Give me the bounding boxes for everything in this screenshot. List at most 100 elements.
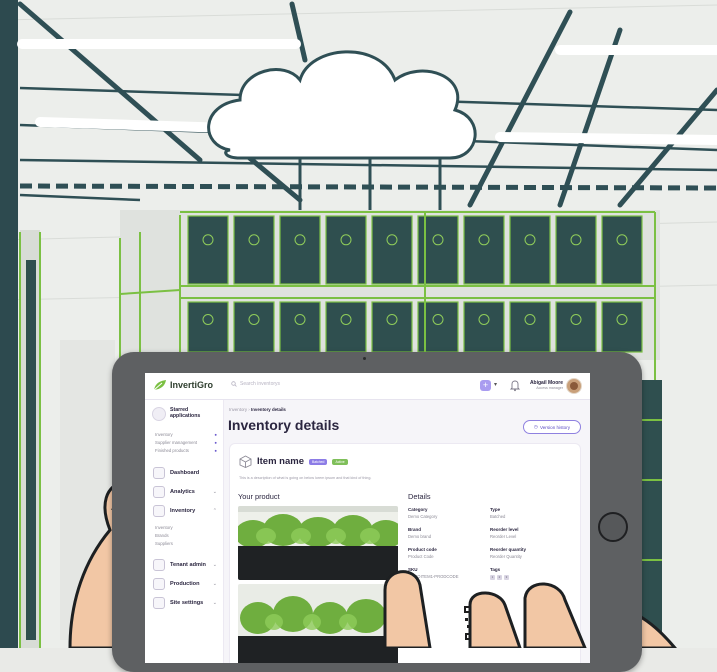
app-logo[interactable]: InvertiGro — [153, 379, 213, 391]
chevron-down-icon: ⌄ — [212, 580, 217, 587]
history-icon: ◷ — [533, 424, 538, 429]
sidebar-item-tenant-admin[interactable]: Tenant admin ⌄ — [153, 558, 217, 571]
grow-panel — [371, 215, 413, 285]
field-label: Reorder level — [490, 527, 519, 532]
user-info[interactable]: Abigail Moore Access manager — [529, 380, 563, 390]
version-history-button[interactable]: ◷ Version history — [523, 420, 581, 434]
tag-list: 1 2 3 — [490, 575, 509, 580]
sidebar-item-production[interactable]: Production ⌄ — [153, 577, 217, 590]
your-product-heading: Your product — [238, 492, 280, 501]
inventory-icon — [153, 504, 165, 517]
sidebar-item-label: Production — [170, 580, 200, 587]
sidebar-subitem-inventory-list[interactable]: Inventory — [155, 525, 217, 530]
tag-chip[interactable]: 1 — [490, 575, 495, 580]
sidebar-subitem-finished[interactable]: Finished products ● — [155, 448, 217, 453]
user-role: Access manager — [536, 386, 563, 390]
sidebar-subitem-label: Suppliers — [155, 541, 173, 546]
field-label: SKU — [408, 567, 418, 572]
field-label: Brand — [408, 527, 422, 532]
sidebar-subitem-label: Supplier management — [155, 440, 198, 445]
dashboard-icon — [153, 466, 165, 479]
status-badge: Active — [332, 458, 348, 465]
tablet-camera — [363, 357, 366, 360]
sidebar-item-label: Analytics — [170, 488, 195, 495]
product-photo — [238, 584, 398, 663]
chevron-down-icon: ⌄ — [212, 488, 217, 495]
search-icon — [231, 381, 237, 387]
grow-panel — [279, 215, 321, 285]
leaf-logo-icon — [153, 380, 166, 391]
sidebar-item-label: Site settings — [170, 599, 204, 606]
chevron-down-icon[interactable]: ▾ — [494, 381, 497, 388]
field-label: Tags — [490, 567, 501, 572]
sidebar-subitem-supplier[interactable]: Supplier management ● — [155, 440, 217, 445]
tag-chip[interactable]: 2 — [497, 575, 502, 580]
logo-text: InvertiGro — [170, 380, 214, 390]
sidebar-item-dashboard[interactable]: Dashboard — [153, 466, 217, 479]
item-description: This is a description of what is going o… — [239, 476, 372, 480]
field-label: Product code — [408, 547, 437, 552]
grow-panel — [187, 301, 229, 353]
chevron-down-icon: ⌄ — [212, 599, 217, 606]
field-value: Reorder Quantity — [490, 554, 522, 559]
grow-panel — [187, 215, 229, 285]
avatar[interactable] — [566, 378, 582, 394]
field-value: Reorder Level — [490, 534, 517, 539]
app-screen: InvertiGro Search inventorys + ▾ Abigail… — [145, 373, 590, 663]
sidebar-item-label: Starred applications — [170, 407, 201, 419]
add-button[interactable]: + — [480, 380, 491, 391]
sidebar-item-label: Tenant admin — [170, 561, 206, 568]
sidebar-subitem-brands[interactable]: Brands — [155, 533, 217, 538]
sidebar-item-label: Inventory — [170, 507, 196, 514]
grow-panel — [233, 215, 275, 285]
sidebar-item-inventory[interactable]: Inventory ⌃ — [153, 504, 217, 517]
page-title: Inventory details — [228, 417, 340, 433]
sidebar-subitem-label: Brands — [155, 533, 169, 538]
search-input[interactable]: Search inventorys — [231, 381, 280, 387]
dot-icon: ● — [214, 448, 217, 453]
chevron-up-icon: ⌃ — [212, 507, 217, 514]
grow-panel — [509, 215, 551, 285]
breadcrumb-parent[interactable]: Inventory — [229, 407, 247, 412]
field-value: DEMOITEM1-PRODCODE — [408, 574, 459, 579]
field-value: Batched — [490, 514, 506, 519]
sidebar-item-analytics[interactable]: Analytics ⌄ — [153, 485, 217, 498]
production-icon — [153, 577, 165, 590]
field-value: Product Code — [408, 554, 434, 559]
breadcrumb-current: Inventory details — [250, 407, 286, 412]
chevron-down-icon: ⌄ — [212, 561, 217, 568]
sidebar: Starred applications Inventory ● Supplier… — [145, 400, 224, 663]
field-label: Reorder quantity — [490, 547, 527, 552]
grow-panel — [555, 215, 597, 285]
sidebar-item-starred[interactable]: Starred applications — [152, 407, 210, 421]
analytics-icon — [153, 485, 165, 498]
status-badge: Batched — [309, 458, 328, 465]
field-label: Type — [490, 507, 501, 512]
tag-chip[interactable]: 3 — [504, 575, 509, 580]
bell-icon[interactable] — [509, 379, 521, 392]
tenant-icon — [153, 558, 165, 571]
app-header: InvertiGro Search inventorys + ▾ Abigail… — [145, 373, 590, 400]
grow-panel — [233, 301, 275, 353]
sidebar-subitem-label: Finished products — [155, 448, 189, 453]
sidebar-subitem-inventory[interactable]: Inventory ● — [155, 432, 217, 437]
grow-panel — [555, 301, 597, 353]
details-heading: Details — [408, 492, 431, 501]
dot-icon: ● — [214, 440, 217, 445]
grow-panel — [601, 301, 643, 353]
field-value: Demo Category — [408, 514, 438, 519]
field-value: Demo brand — [408, 534, 432, 539]
cube-icon — [239, 455, 252, 468]
sidebar-subitem-suppliers[interactable]: Suppliers — [155, 541, 217, 546]
breadcrumb: Inventory › Inventory details — [229, 407, 286, 412]
product-photo — [238, 506, 398, 580]
settings-icon — [153, 596, 165, 609]
star-icon — [152, 407, 166, 421]
grow-panel — [601, 215, 643, 285]
qr-code — [463, 604, 485, 644]
tablet-home-button[interactable] — [598, 512, 628, 542]
field-label: Category — [408, 507, 428, 512]
item-card: Item name Batched Active This is a descr… — [229, 443, 581, 663]
grow-panel — [509, 301, 551, 353]
sidebar-item-site-settings[interactable]: Site settings ⌄ — [153, 596, 217, 609]
